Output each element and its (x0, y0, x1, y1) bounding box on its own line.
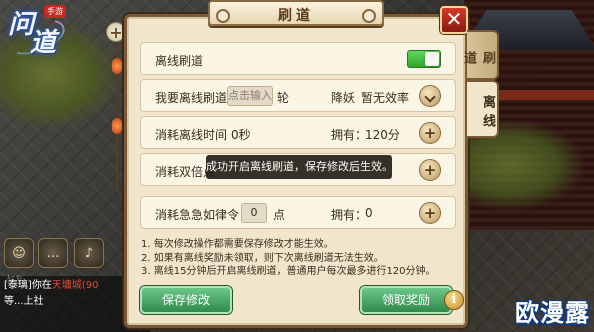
offline-grind-toggle[interactable] (407, 50, 441, 68)
lantern (112, 118, 122, 134)
note-line: 3. 离线15分钟后开启离线刷道，普通用户每次最多进行120分钟。 (141, 266, 436, 277)
info-icon[interactable]: i (444, 290, 464, 310)
side-icon-bar: ☺ 好友 … ♪ (0, 238, 120, 284)
order-input[interactable]: 0 (241, 203, 267, 223)
lantern (112, 58, 122, 74)
rounds-suffix: 轮 (277, 91, 290, 105)
add-order-button[interactable]: + (419, 202, 441, 224)
save-changes-button[interactable]: 保存修改 (140, 286, 232, 314)
plus-icon: + (423, 124, 437, 142)
tab-offline[interactable]: 离线 (467, 80, 499, 138)
offline-grind-label: 离线刷道 (155, 54, 204, 68)
logo-char-2: 道 (30, 28, 57, 58)
chevron-down-icon (424, 91, 436, 103)
friends-icon[interactable]: ☺ 好友 (4, 238, 34, 284)
note-line: 2. 如果有离线奖励未领取，则下次离线刷道无法生效。 (141, 252, 384, 264)
expand-plus-button[interactable]: + (106, 22, 126, 42)
logo-tag: 手游 (44, 5, 66, 18)
watermark-logo: 欧漫露 (515, 299, 590, 327)
owned-order-value: 0 (365, 206, 373, 220)
rounds-input[interactable]: 点击输入 (227, 86, 273, 106)
claim-reward-button[interactable]: 领取奖励 (360, 286, 452, 314)
rounds-row: 我要离线刷道 点击输入 轮 降妖 暂无效率 (140, 79, 456, 112)
offline-time-label: 消耗离线时间 (155, 128, 228, 142)
chat-text: 你在 (31, 280, 52, 291)
offline-time-row: 消耗离线时间 0秒 拥有： 120分 + (140, 116, 456, 149)
chat-sender: [泰璃] (4, 280, 32, 291)
lantern-pole (116, 30, 118, 190)
plus-icon: + (423, 161, 437, 179)
order-label: 消耗急急如律令 (155, 208, 240, 222)
tab-grind[interactable]: 刷道 (461, 30, 499, 80)
offline-time-value: 0秒 (231, 128, 251, 142)
close-button[interactable]: ✕ (440, 6, 468, 34)
add-time-button[interactable]: + (419, 122, 441, 144)
game-logo: 问 道 手游 (2, 2, 76, 62)
mode-efficiency: 暂无效率 (361, 91, 410, 105)
toggle-knob (425, 52, 439, 66)
rules-notes: 1. 每次修改操作都需要保存修改才能生效。 2. 如果有离线奖励未领取，则下次离… (141, 238, 461, 279)
chat-bubble-icon[interactable]: … (38, 238, 68, 268)
dialog-title-plate: 刷道 (208, 0, 384, 26)
microphone-icon[interactable]: ♪ (74, 238, 104, 268)
success-toast: 成功开启离线刷道，保存修改后生效。 (206, 155, 393, 179)
offline-grind-row: 离线刷道 (140, 42, 456, 75)
rounds-prefix: 我要离线刷道 (155, 91, 228, 105)
note-line: 1. 每次修改操作都需要保存修改才能生效。 (141, 239, 334, 250)
owned-label: 拥有： (331, 208, 368, 222)
mode-label: 降妖 (331, 91, 356, 105)
owned-label: 拥有： (331, 128, 368, 142)
order-row: 消耗急急如律令 0 点 拥有： 0 + (140, 196, 456, 229)
order-unit: 点 (273, 208, 286, 222)
dialog-title: 刷道 (278, 8, 314, 24)
owned-time-value: 120分 (365, 128, 400, 142)
chat-location: 天墉城(90 (51, 280, 99, 291)
plus-icon: + (423, 204, 437, 222)
mode-dropdown-button[interactable] (419, 85, 441, 107)
add-double-points-button[interactable]: + (419, 159, 441, 181)
